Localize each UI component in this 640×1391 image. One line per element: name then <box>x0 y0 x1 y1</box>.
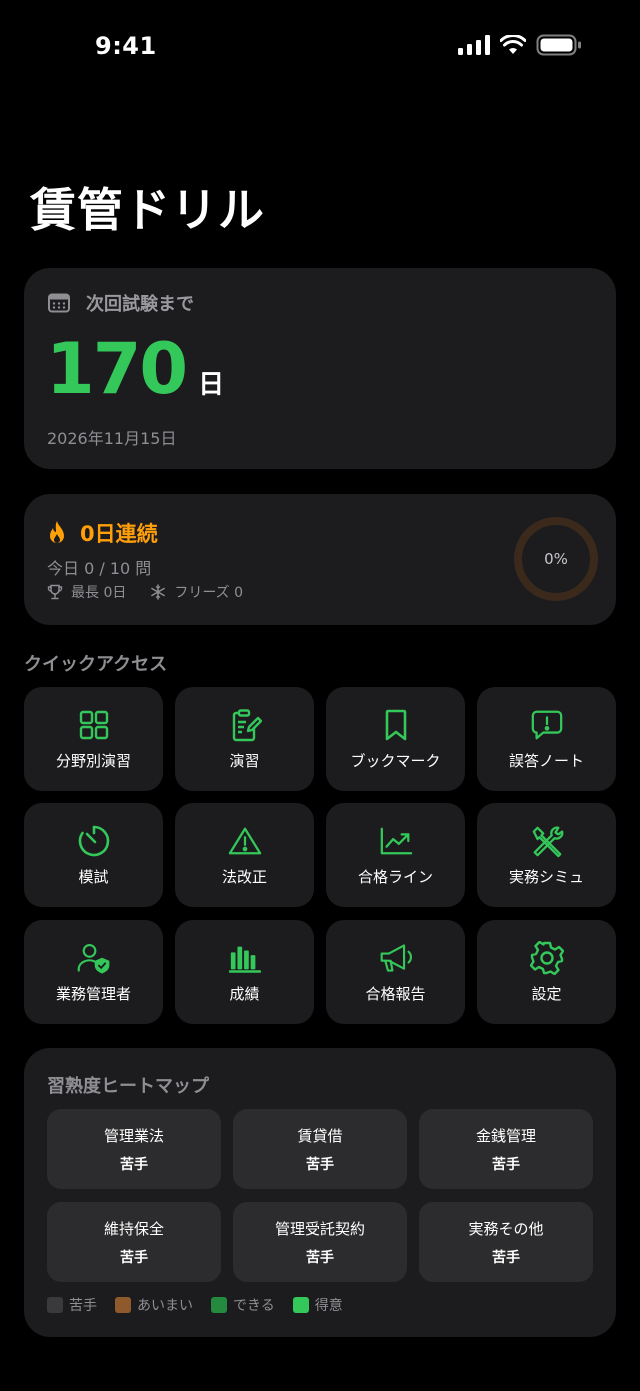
flame-icon <box>50 521 64 543</box>
trophy-icon <box>47 584 63 600</box>
quick-access-label: 合格報告 <box>365 984 426 1003</box>
heatmap-legend: 苦手 あいまい できる 得意 <box>47 1295 343 1315</box>
heatmap-cell[interactable]: 賃貸借 苦手 <box>233 1109 407 1189</box>
heatmap-cell-name: 維持保全 <box>103 1219 164 1238</box>
heatmap-cell-name: 賃貸借 <box>297 1126 343 1145</box>
heatmap-cell-level: 苦手 <box>492 1156 520 1173</box>
heatmap-cell-level: 苦手 <box>120 1156 148 1173</box>
exam-days-row: 170 日 <box>46 334 224 404</box>
heatmap-cell[interactable]: 金銭管理 苦手 <box>419 1109 593 1189</box>
message-alert-icon <box>530 708 564 742</box>
quick-access-label: 実務シミュ <box>508 867 584 886</box>
quick-access-label: 業務管理者 <box>55 984 131 1003</box>
heatmap-cell[interactable]: 管理業法 苦手 <box>47 1109 221 1189</box>
heatmap-cell[interactable]: 維持保全 苦手 <box>47 1202 221 1282</box>
exam-days-unit: 日 <box>198 370 225 400</box>
quick-access-tile[interactable]: 合格報告 <box>326 920 465 1024</box>
quick-access-label: 演習 <box>229 751 260 770</box>
streak-today-count: 今日 0 / 10 問 <box>47 559 152 578</box>
quick-access-tile[interactable]: 業務管理者 <box>24 920 163 1024</box>
exam-days-count: 170 <box>46 328 188 410</box>
quick-access-tile[interactable]: ブックマーク <box>326 687 465 791</box>
exam-label: 次回試験まで <box>86 294 194 315</box>
quick-access-label: 法改正 <box>221 867 267 886</box>
heatmap-cell[interactable]: 実務その他 苦手 <box>419 1202 593 1282</box>
heatmap-cell-level: 苦手 <box>306 1156 334 1173</box>
daily-progress-percent: 0% <box>544 550 568 568</box>
bar-chart-icon <box>228 941 262 975</box>
quick-access-label: 合格ライン <box>357 867 433 886</box>
quick-access-label: ブックマーク <box>350 751 441 770</box>
snowflake-icon <box>151 584 166 600</box>
streak-best: 最長 0日 <box>71 585 127 601</box>
app-title: 賃管ドリル <box>30 183 265 237</box>
quick-access-label: 設定 <box>531 984 562 1003</box>
heatmap-cell-name: 管理受託契約 <box>274 1219 365 1238</box>
quick-access-tile[interactable]: 設定 <box>477 920 616 1024</box>
quick-access-tile[interactable]: 合格ライン <box>326 803 465 907</box>
heatmap-cell-name: 実務その他 <box>468 1219 544 1238</box>
legend-swatch <box>292 1297 309 1313</box>
legend-label: あいまい <box>137 1298 193 1314</box>
quick-access-tile[interactable]: 実務シミュ <box>477 803 616 907</box>
legend-swatch <box>47 1297 63 1313</box>
heatmap-cell-level: 苦手 <box>306 1249 334 1266</box>
timer-icon <box>77 824 111 858</box>
gear-icon <box>529 940 564 975</box>
heatmap-cell-name: 管理業法 <box>103 1126 164 1145</box>
quick-access-tile[interactable]: 演習 <box>175 687 314 791</box>
quick-access-tile[interactable]: 分野別演習 <box>24 687 163 791</box>
quick-access-tile[interactable]: 誤答ノート <box>477 687 616 791</box>
quick-access-label: 模試 <box>78 867 109 886</box>
legend-label: できる <box>233 1298 275 1314</box>
streak-meta: 最長 0日 フリーズ 0 <box>47 582 243 602</box>
quick-access-tile[interactable]: 成績 <box>175 920 314 1024</box>
status-time: 9:41 <box>95 32 157 60</box>
quick-access-label: 成績 <box>229 984 260 1003</box>
status-bar: 9:41 <box>0 0 640 96</box>
quick-access-tile[interactable]: 模試 <box>24 803 163 907</box>
battery-icon <box>536 34 581 56</box>
exam-date: 2026年11月15日 <box>47 429 177 448</box>
heatmap-cell-level: 苦手 <box>120 1249 148 1266</box>
heatmap-cell-name: 金銭管理 <box>475 1126 536 1145</box>
quick-access-label: 分野別演習 <box>55 751 131 770</box>
clipboard-edit-icon <box>228 708 262 742</box>
bookmark-icon <box>379 708 413 742</box>
quick-access-label: 誤答ノート <box>508 751 584 770</box>
status-icons <box>458 34 582 56</box>
legend-swatch <box>115 1297 131 1313</box>
streak-title-row: 0日連続 <box>46 518 158 548</box>
chart-trend-icon <box>379 824 413 858</box>
heatmap-cell-level: 苦手 <box>492 1249 520 1266</box>
heatmap-cell[interactable]: 管理受託契約 苦手 <box>233 1202 407 1282</box>
quick-access-tile[interactable]: 法改正 <box>175 803 314 907</box>
streak-title: 0日連続 <box>80 522 158 546</box>
streak-freeze: フリーズ 0 <box>174 585 244 601</box>
legend-label: 苦手 <box>69 1298 97 1314</box>
quick-access-title: クイックアクセス <box>24 654 168 675</box>
tools-icon <box>530 824 564 858</box>
legend-swatch <box>211 1297 227 1313</box>
legend-label: 得意 <box>314 1298 343 1314</box>
megaphone-icon <box>379 941 413 975</box>
exam-label-row: 次回試験まで <box>48 290 194 316</box>
warning-icon <box>228 824 262 858</box>
wifi-icon <box>500 35 526 54</box>
cellular-signal-icon <box>458 35 490 55</box>
heatmap-title: 習熟度ヒートマップ <box>47 1076 209 1097</box>
grid-icon <box>77 708 111 742</box>
calendar-icon <box>48 293 70 313</box>
user-shield-icon <box>77 941 111 975</box>
